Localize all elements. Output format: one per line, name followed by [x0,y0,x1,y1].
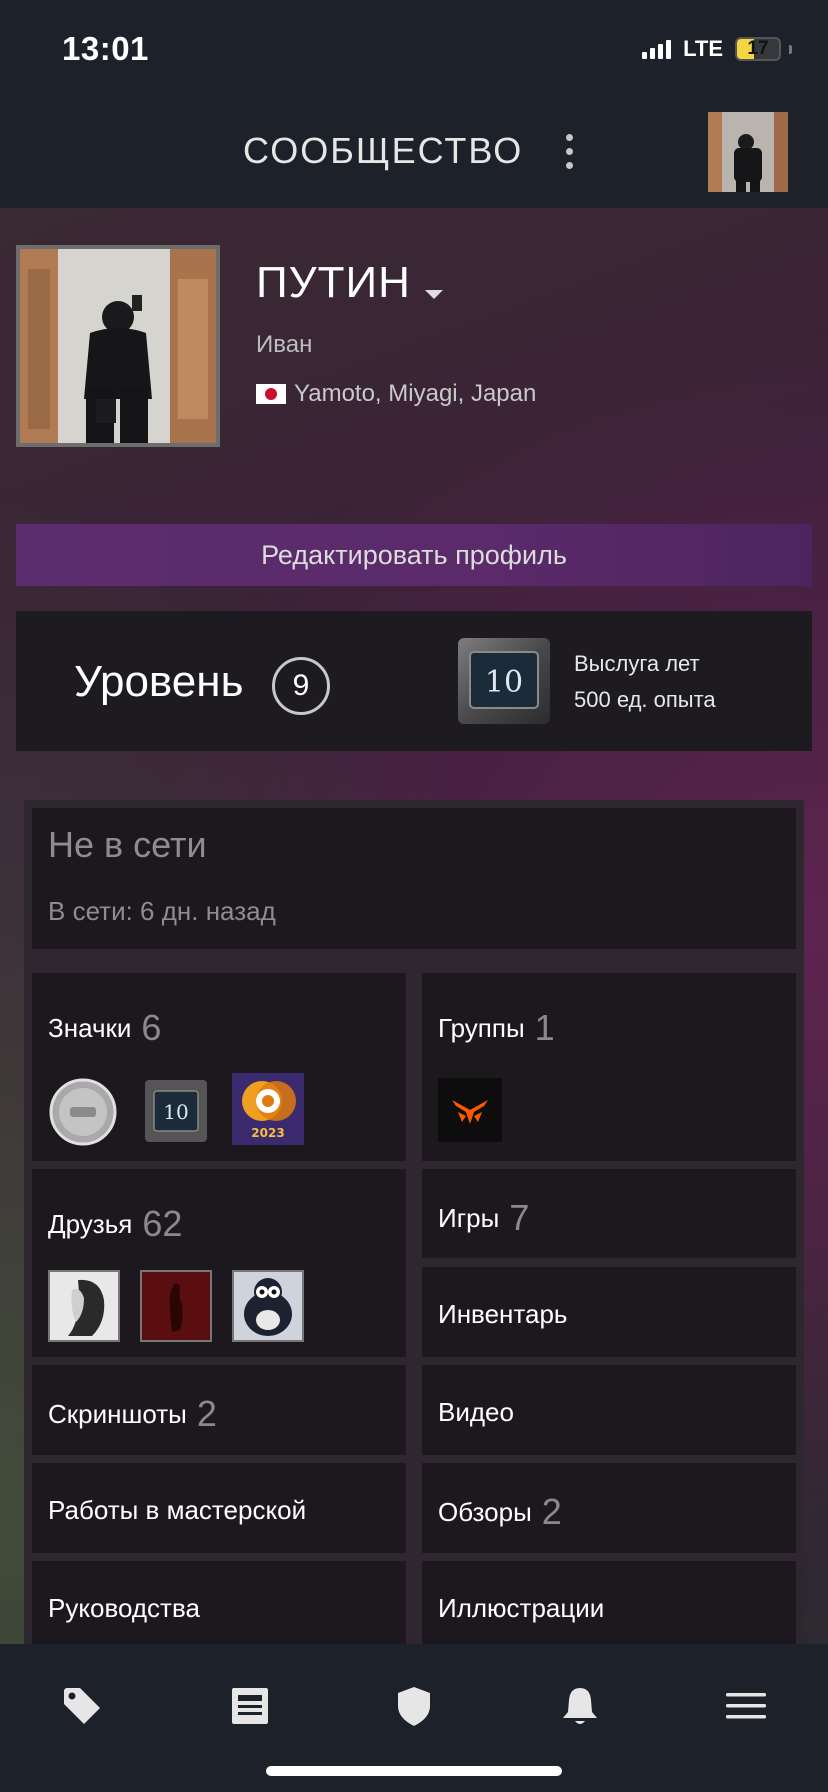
years-of-service-badge-icon: 10 [456,636,552,726]
tag-icon[interactable] [60,1684,104,1728]
profile-username[interactable]: ПУТИН [256,258,411,308]
bell-icon[interactable] [558,1684,602,1728]
badges-count: 6 [141,1007,162,1048]
home-indicator[interactable] [266,1766,562,1776]
guides-label: Руководства [48,1593,200,1623]
screenshots-count: 2 [196,1393,217,1434]
profile-location: Yamoto, Miyagi, Japan [256,380,536,408]
edit-profile-button[interactable]: Редактировать профиль [16,524,812,586]
top-nav: СООБЩЕСТВО [0,100,828,208]
years-badge-title: Выслуга лет [574,651,700,676]
reviews-count: 2 [541,1491,562,1532]
chevron-down-icon[interactable] [425,290,443,299]
inventory-label: Инвентарь [438,1299,568,1329]
guides-tile[interactable]: Руководства [32,1561,406,1644]
level-panel[interactable]: Уровень 9 10 Выслуга лет 500 ед. опыта [16,611,812,751]
friend-avatar-1[interactable] [48,1270,120,1342]
level-label: Уровень [74,657,244,706]
years-badge-number: 10 [485,665,523,700]
small-badge-number: 10 [163,1100,188,1124]
videos-label: Видео [438,1397,514,1427]
steam-2023-badge-icon[interactable]: 2023 [232,1073,304,1145]
profile-avatar[interactable] [16,245,220,447]
signal-icon [642,39,672,59]
badges-tile[interactable]: Значки 6 10 2023 [32,973,406,1161]
games-label: Игры 7 [438,1197,530,1238]
screenshots-tile[interactable]: Скриншоты 2 [32,1365,406,1455]
friends-tile[interactable]: Друзья 62 [32,1169,406,1357]
reviews-tile[interactable]: Обзоры 2 [422,1463,796,1553]
last-online: В сети: 6 дн. назад [48,896,276,926]
badges-label: Значки 6 [48,1007,162,1048]
groups-tile[interactable]: Группы 1 [422,973,796,1161]
shield-icon[interactable] [392,1684,436,1728]
artwork-label: Иллюстрации [438,1593,605,1623]
screenshots-label: Скриншоты 2 [48,1393,217,1434]
groups-label: Группы 1 [438,1007,555,1048]
nav-avatar[interactable] [708,112,788,192]
friends-count: 62 [142,1203,183,1244]
status-time: 13:01 [62,30,149,67]
games-count: 7 [509,1197,530,1238]
status-indicators: LTE 17 [642,36,792,62]
groups-count: 1 [534,1007,555,1048]
battery-level: 17 [747,38,769,59]
battery-icon: 17 [735,37,781,61]
level-value: 9 [272,657,330,715]
network-type: LTE [683,36,723,61]
years-badge-xp: 500 ед. опыта [574,687,716,712]
more-options-icon[interactable] [564,134,574,174]
news-icon[interactable] [228,1684,272,1728]
friend-avatar-2[interactable] [140,1270,212,1342]
badge-year: 2023 [251,1126,284,1140]
years-badge-small-icon[interactable]: 10 [144,1079,208,1143]
menu-icon[interactable] [724,1684,768,1728]
location-text: Yamoto, Miyagi, Japan [294,380,537,407]
games-tile[interactable]: Игры 7 [422,1169,796,1258]
reviews-label: Обзоры 2 [438,1491,562,1532]
friend-avatar-3[interactable] [232,1270,304,1342]
inventory-tile[interactable]: Инвентарь [422,1267,796,1357]
japan-flag-icon [256,384,286,404]
online-state: Не в сети [48,824,207,865]
workshop-label: Работы в мастерской [48,1495,307,1525]
friends-label: Друзья 62 [48,1203,183,1244]
coin-badge-icon[interactable] [48,1077,118,1147]
videos-tile[interactable]: Видео [422,1365,796,1455]
profile-real-name: Иван [256,331,313,358]
group-logo-icon[interactable] [438,1078,502,1142]
workshop-tile[interactable]: Работы в мастерской [32,1463,406,1553]
status-bar: 13:01 LTE 17 [0,0,828,100]
artwork-tile[interactable]: Иллюстрации [422,1561,796,1644]
online-status-panel: Не в сети В сети: 6 дн. назад [32,808,796,949]
page-title: СООБЩЕСТВО [243,130,524,171]
